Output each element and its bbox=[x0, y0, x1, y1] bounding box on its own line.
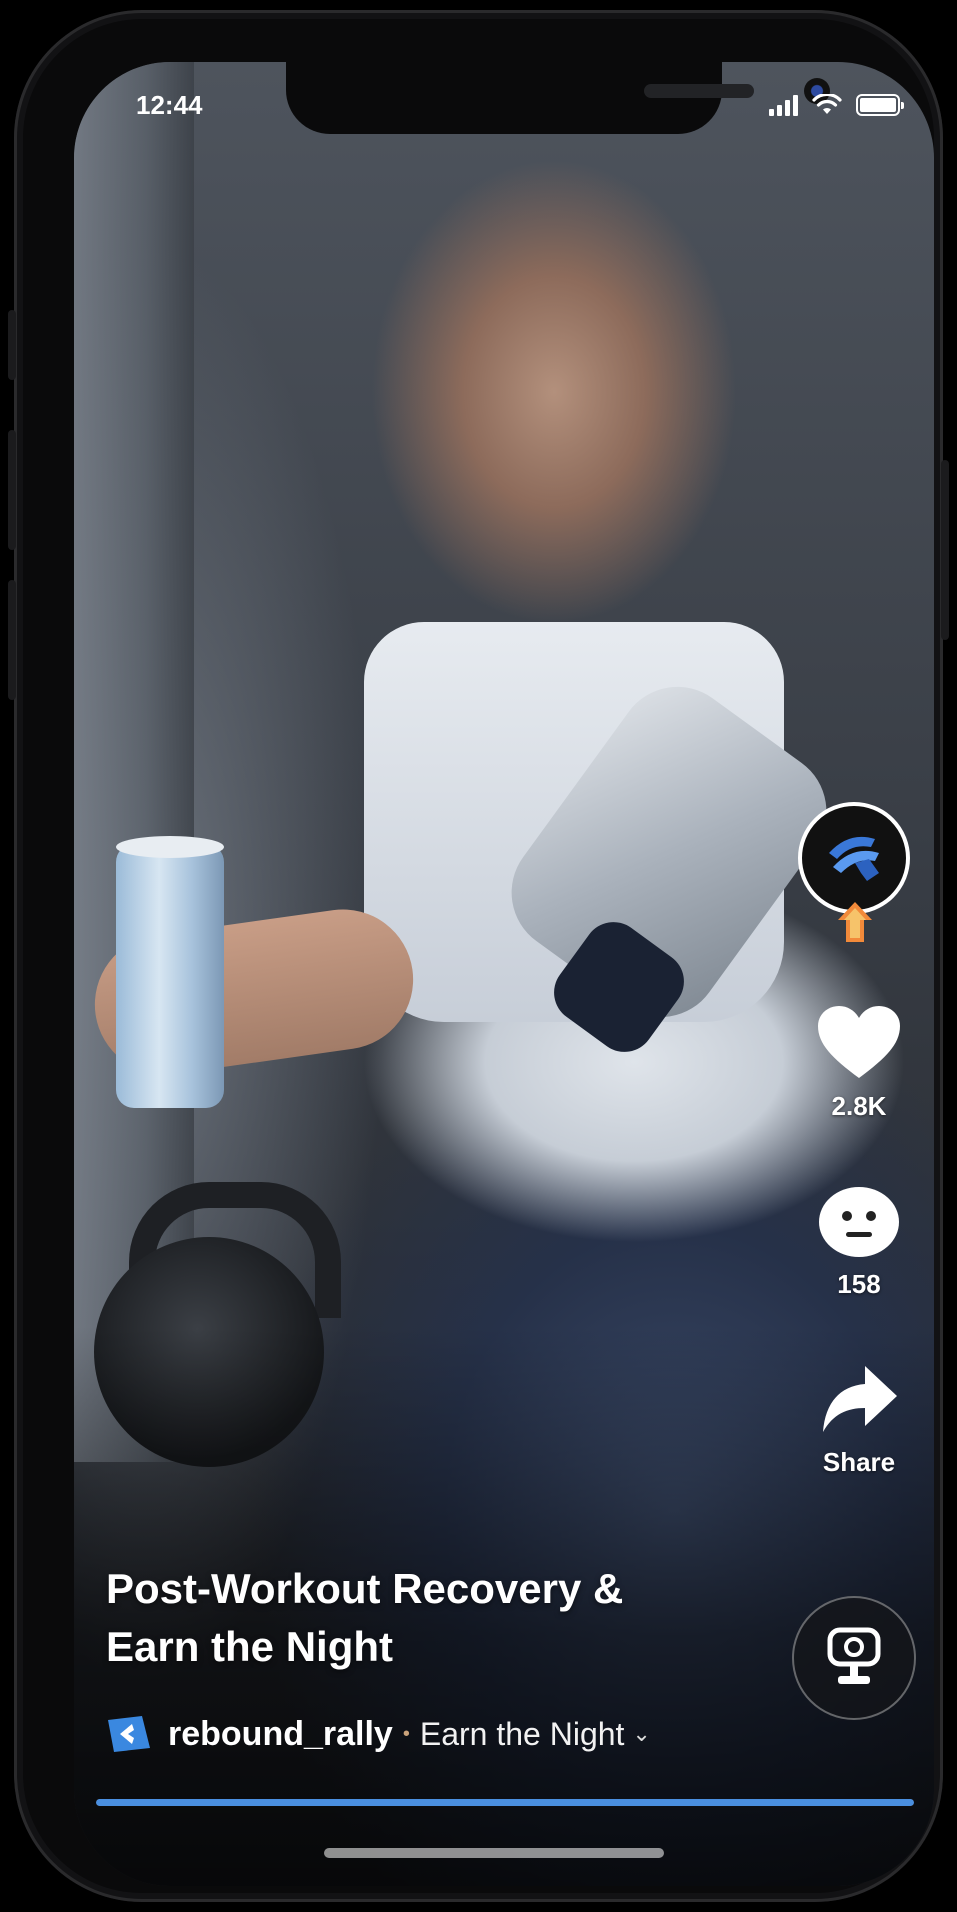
home-indicator[interactable] bbox=[324, 1848, 664, 1858]
chevron-down-icon[interactable]: ⌄ bbox=[632, 1721, 650, 1747]
speaker bbox=[644, 84, 754, 98]
channel-logo-icon[interactable] bbox=[106, 1714, 152, 1754]
heart-icon bbox=[818, 1006, 900, 1078]
share-label: Share bbox=[822, 1447, 896, 1477]
video-title-line-1: Post-Workout Recovery & bbox=[106, 1565, 624, 1612]
status-time: 12:44 bbox=[136, 90, 203, 120]
lens-camera-icon bbox=[827, 1627, 881, 1684]
power-button bbox=[941, 460, 949, 640]
volume-down-button bbox=[8, 580, 16, 700]
video-progress-fill bbox=[96, 1799, 914, 1806]
comment-count: 158 bbox=[837, 1269, 881, 1299]
video-screen[interactable]: 12:44 2.8K 158 Share Post-Workout Recove… bbox=[74, 62, 934, 1886]
follow-badge-icon[interactable] bbox=[838, 902, 872, 942]
status-icons bbox=[769, 90, 904, 120]
brand-logo-icon bbox=[829, 836, 879, 881]
video-meta-row: rebound_rally • Earn the Night ⌄ bbox=[106, 1712, 651, 1756]
share-arrow-icon bbox=[823, 1366, 897, 1432]
notch bbox=[286, 62, 830, 134]
wifi-icon bbox=[812, 94, 842, 114]
comment-button[interactable]: 158 bbox=[814, 1186, 904, 1300]
lens-camera-button[interactable] bbox=[792, 1596, 916, 1720]
video-title-line-2: Earn the Night bbox=[106, 1623, 394, 1670]
drink-can-image bbox=[116, 836, 224, 1108]
meta-separator: • bbox=[402, 1722, 410, 1745]
video-title: Post-Workout Recovery & Earn the Night bbox=[106, 1560, 746, 1676]
like-button[interactable]: 2.8K bbox=[814, 1004, 904, 1122]
phone-frame: 12:44 2.8K 158 Share Post-Workout Recove… bbox=[8, 10, 949, 1902]
username-link[interactable]: rebound_rally bbox=[168, 1715, 393, 1754]
volume-up-button bbox=[8, 430, 16, 550]
mute-switch bbox=[8, 310, 16, 380]
sound-link[interactable]: Earn the Night bbox=[420, 1716, 625, 1753]
signal-icon bbox=[769, 94, 798, 116]
battery-icon bbox=[856, 94, 904, 116]
like-count: 2.8K bbox=[831, 1091, 887, 1121]
face-icon bbox=[819, 1187, 899, 1257]
video-progress-bar[interactable] bbox=[96, 1799, 914, 1806]
account-avatar-button[interactable] bbox=[798, 802, 910, 914]
share-button[interactable]: Share bbox=[814, 1362, 904, 1478]
